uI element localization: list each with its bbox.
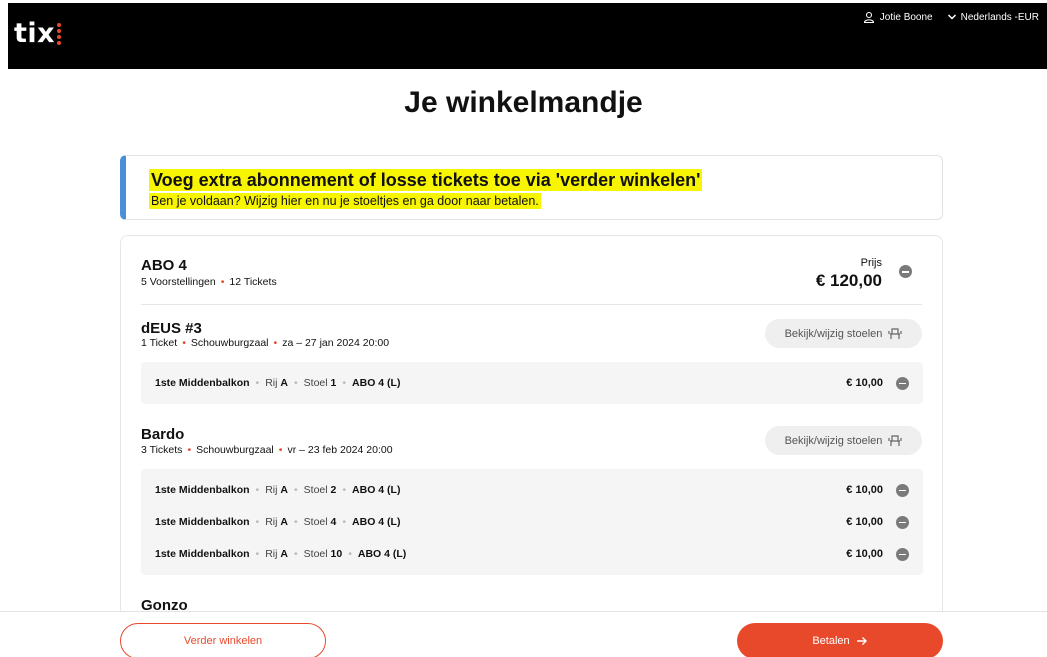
subscription-performances: 5 Voorstellingen <box>141 276 216 288</box>
row-value: A <box>280 484 288 496</box>
subscription-price: € 120,00 <box>815 271 882 290</box>
seat-value: 1 <box>330 377 337 389</box>
row-value: A <box>280 548 288 560</box>
seat-button-label: Bekijk/wijzig stoelen <box>784 434 883 447</box>
event-name: Bardo <box>141 426 185 443</box>
event-date: vr – 23 feb 2024 20:00 <box>287 444 393 456</box>
row-label: Rij <box>265 377 278 389</box>
seat-label: Stoel <box>303 516 328 528</box>
cart-panel: ABO 4 5 Voorstellingen • 12 Tickets Prijs … <box>120 235 943 615</box>
ticket-row: 1ste Middenbalkon • Rij A • Stoel 1 • ABO 4… <box>141 373 923 393</box>
tix-logo[interactable]: tix <box>14 18 62 49</box>
account-area: Jotie Boone Nederlands -EUR <box>863 11 1039 23</box>
event-ticket-count: 3 Tickets <box>141 444 183 456</box>
row-label: Rij <box>265 548 278 560</box>
ticket-price: € 10,00 <box>846 548 883 560</box>
subscription-meta: 5 Voorstellingen • 12 Tickets <box>141 276 277 288</box>
row-value: A <box>280 377 288 389</box>
abo-tag: ABO 4 (L) <box>352 377 401 389</box>
event-meta: 3 Tickets • Schouwburgzaal • vr – 23 feb 202… <box>141 444 393 456</box>
ticket-price: € 10,00 <box>846 516 883 528</box>
divider <box>141 304 922 305</box>
info-notice: Voeg extra abonnement of losse tickets t… <box>120 155 943 220</box>
seat-icon <box>888 434 903 446</box>
seat-label: Stoel <box>303 484 328 496</box>
row-label: Rij <box>265 484 278 496</box>
ticket-price: € 10,00 <box>846 484 883 496</box>
seat-section: 1ste Middenbalkon <box>155 516 250 528</box>
page-title: Je winkelmandje <box>404 86 643 119</box>
event-date: za – 27 jan 2024 20:00 <box>282 337 390 349</box>
seat-value: 2 <box>330 484 337 496</box>
ticket-row: 1ste Middenbalkon • Rij A • Stoel 2 • ABO 4… <box>141 480 923 500</box>
abo-tag: ABO 4 (L) <box>352 516 401 528</box>
seat-value: 10 <box>330 548 343 560</box>
event-name: dEUS #3 <box>141 320 202 337</box>
seat-section: 1ste Middenbalkon <box>155 377 250 389</box>
seat-label: Stoel <box>303 377 328 389</box>
notice-text: Ben je voldaan? Wijzig hier en nu je sto… <box>149 193 541 209</box>
event-ticket-count: 1 Ticket <box>141 337 178 349</box>
ticket-row: 1ste Middenbalkon • Rij A • Stoel 4 • ABO 4… <box>141 512 923 532</box>
ticket-row: 1ste Middenbalkon • Rij A • Stoel 10 • ABO … <box>141 544 923 564</box>
chevron-down-icon[interactable] <box>947 12 957 22</box>
remove-subscription-icon[interactable] <box>899 265 912 278</box>
logo-text: tix <box>14 18 56 49</box>
pay-button[interactable]: Betalen <box>737 623 943 657</box>
view-change-seats-button[interactable]: Bekijk/wijzig stoelen <box>765 426 922 455</box>
abo-tag: ABO 4 (L) <box>357 548 407 560</box>
pay-button-label: Betalen <box>812 635 850 647</box>
checkout-footer: Verder winkelen Betalen <box>0 611 1047 657</box>
notice-title: Voeg extra abonnement of losse tickets t… <box>149 169 703 191</box>
ticket-list: 1ste Middenbalkon • Rij A • Stoel 1 • ABO 4… <box>141 362 923 404</box>
row-label: Rij <box>265 516 278 528</box>
price-label: Prijs <box>860 257 882 269</box>
arrow-right-icon <box>856 637 867 645</box>
seat-section: 1ste Middenbalkon <box>155 548 250 560</box>
event-meta: 1 Ticket • Schouwburgzaal • za – 27 jan 2024… <box>141 337 390 349</box>
logo-dots-icon <box>57 23 62 45</box>
remove-ticket-icon[interactable] <box>896 515 909 529</box>
event-hall: Schouwburgzaal <box>190 337 269 349</box>
user-name-link[interactable]: Jotie Boone <box>880 12 933 23</box>
continue-shopping-button[interactable]: Verder winkelen <box>120 623 326 657</box>
view-change-seats-button[interactable]: Bekijk/wijzig stoelen <box>765 319 922 348</box>
seat-section: 1ste Middenbalkon <box>155 484 250 496</box>
separator-dot: • <box>220 276 225 288</box>
ticket-list: 1ste Middenbalkon • Rij A • Stoel 2 • ABO 4… <box>141 469 923 575</box>
event-hall: Schouwburgzaal <box>196 444 274 456</box>
user-icon[interactable] <box>863 11 875 23</box>
remove-ticket-icon[interactable] <box>896 483 909 497</box>
seat-value: 4 <box>330 516 337 528</box>
top-navigation-bar: tix Jotie Boone Nederlands -EUR <box>8 3 1047 69</box>
abo-tag: ABO 4 (L) <box>352 484 401 496</box>
seat-icon <box>888 327 903 339</box>
subscription-name: ABO 4 <box>141 257 187 274</box>
locale-selector[interactable]: Nederlands -EUR <box>961 12 1039 23</box>
seat-label: Stoel <box>303 548 328 560</box>
ticket-price: € 10,00 <box>846 377 883 389</box>
row-value: A <box>280 516 288 528</box>
subscription-tickets: 12 Tickets <box>229 276 277 288</box>
remove-ticket-icon[interactable] <box>896 547 909 561</box>
remove-ticket-icon[interactable] <box>896 376 909 390</box>
seat-button-label: Bekijk/wijzig stoelen <box>784 327 883 340</box>
